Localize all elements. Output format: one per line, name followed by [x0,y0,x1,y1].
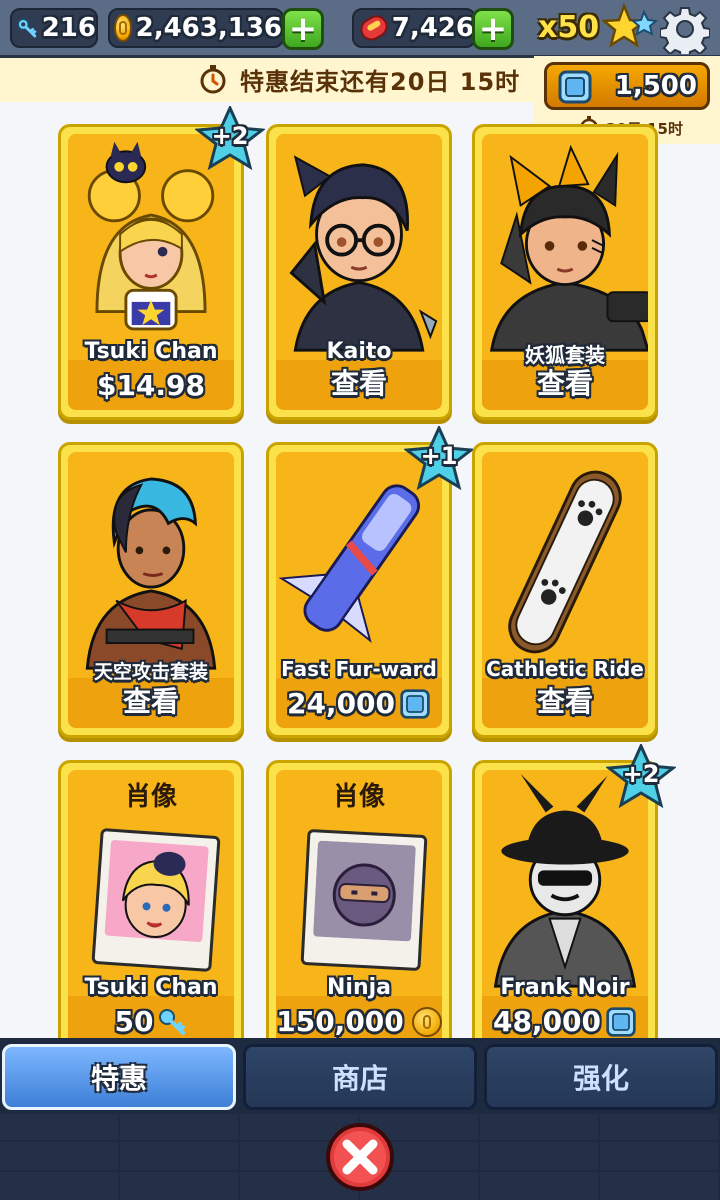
coin-icon [114,14,132,42]
settings-gear-icon[interactable] [660,4,710,54]
coin-icon [411,1006,442,1037]
hoverboard-cathletic-ride-art [508,470,622,654]
keys-counter: 216 [10,8,98,48]
key-icon [17,18,37,38]
view-button[interactable]: 查看 [482,680,648,720]
card-name: Kaito [326,339,392,364]
character-kaito-art [289,155,438,352]
add-coins-button[interactable]: + [282,8,324,50]
gem-offer-button[interactable]: 1,500 [544,62,710,110]
character-sky-attack-art [85,477,217,670]
coins-counter: 2,463,136 [108,8,284,48]
card-name: Ninja [326,975,391,1000]
keys-value: 216 [41,13,96,43]
offer-card-cathletic-ride[interactable]: Cathletic Ride 查看 [472,442,658,738]
tab-offers[interactable]: 特惠 [2,1044,236,1110]
card-name: Tsuki Chan [84,339,218,364]
currency-bar: 216 2,463,136 + 7,426 + x50 [0,0,720,58]
bonus-badge: +1 [403,424,475,491]
card-name: Tsuki Chan [84,975,218,1000]
star-icon[interactable] [602,2,658,54]
close-button[interactable] [325,1122,395,1192]
bonus-badge: +2 [605,742,677,809]
tsuki-chan-portrait-icon [104,839,209,943]
score-multiplier: x50 [538,10,600,45]
tab-upgrades[interactable]: 强化 [484,1044,718,1110]
card-price: 150,000 [276,1005,442,1038]
shop-tab-bar: 特惠 商店 强化 [0,1038,720,1114]
offer-card-portrait-tsuki-chan[interactable]: 肖像 Tsuki Chan 50 [58,760,244,1056]
offer-card-kaito[interactable]: Kaito 查看 [266,124,452,420]
card-name: Cathletic Ride [486,657,644,681]
gem-icon [558,70,592,104]
bonus-badge-text: +2 [622,760,660,788]
portrait-frame [91,827,221,973]
ninja-portrait-icon [313,840,416,942]
boards-counter: 7,426 [352,8,476,48]
character-fox-outfit-art [489,144,648,352]
view-button[interactable]: 查看 [276,362,442,402]
bonus-badge: +2 [194,104,266,171]
portrait-frame [300,828,428,972]
offer-card-portrait-ninja[interactable]: 肖像 Ninja 150,000 [266,760,452,1056]
offer-card-fox-outfit[interactable]: 妖狐套装 查看 [472,124,658,420]
view-button[interactable]: 查看 [482,362,648,402]
card-price: 48,000 [482,1005,648,1038]
card-price: 24,000 [276,687,442,720]
coins-value: 2,463,136 [135,13,282,43]
gem-offer-amount: 1,500 [614,71,697,101]
bonus-badge-text: +2 [211,122,249,150]
portrait-label: 肖像 [124,782,177,812]
stopwatch-icon [200,65,226,94]
gem-icon [400,688,430,719]
card-name: Fast Fur-ward [281,657,437,681]
card-price: $14.98 [96,369,206,402]
portrait-label: 肖像 [332,782,385,812]
card-name: Frank Noir [500,975,630,1000]
tab-shop[interactable]: 商店 [243,1044,477,1110]
offer-timer-text: 特惠结束还有20日 15时 [240,68,521,96]
gem-icon [606,1006,636,1037]
key-icon [159,1008,186,1035]
bonus-badge-text: +1 [420,442,458,470]
view-button[interactable]: 查看 [68,680,234,720]
card-price: 50 [68,1005,234,1038]
offer-card-sky-attack-outfit[interactable]: 天空攻击套装 查看 [58,442,244,738]
add-boards-button[interactable]: + [472,8,514,50]
boards-value: 7,426 [391,13,474,43]
hoverboard-icon [356,11,392,45]
